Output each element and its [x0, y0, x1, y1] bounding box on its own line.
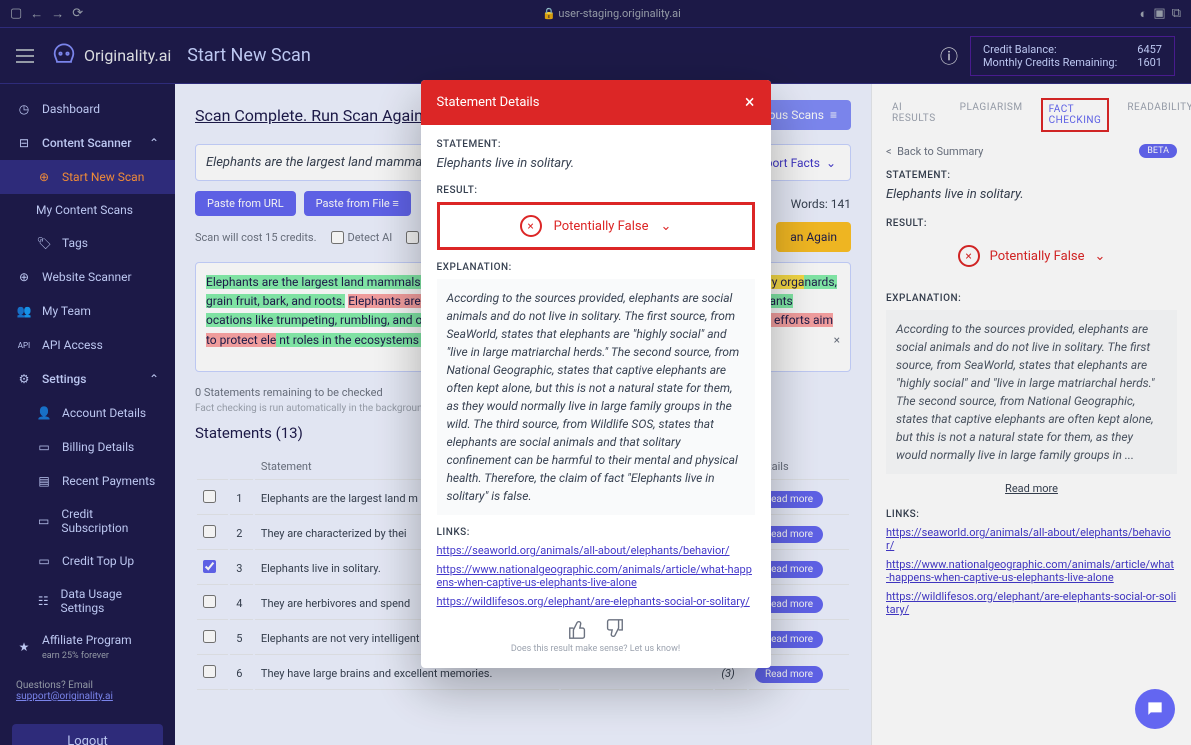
chat-widget-button[interactable] [1135, 689, 1175, 729]
modal-stmt-label: STATEMENT: [437, 139, 755, 150]
modal-title: Statement Details [437, 95, 540, 110]
thumbs-label: Does this result make sense? Let us know… [437, 644, 755, 654]
modal-explanation: According to the sources provided, eleph… [437, 279, 755, 515]
thumbs-up-icon[interactable] [567, 618, 589, 640]
modal-stmt: Elephants live in solitary. [437, 156, 755, 171]
close-icon[interactable]: × [745, 92, 755, 113]
thumbs-down-icon[interactable] [603, 618, 625, 640]
source-link[interactable]: https://www.nationalgeographic.com/anima… [437, 563, 755, 589]
feedback-thumbs [437, 618, 755, 640]
modal-overlay: Statement Details × STATEMENT: Elephants… [0, 0, 1191, 745]
source-link[interactable]: https://wildlifesos.org/elephant/are-ele… [437, 595, 755, 608]
chevron-down-icon[interactable]: ⌄ [660, 219, 671, 234]
modal-result-label: RESULT: [437, 185, 755, 196]
modal-result: × Potentially False ⌄ [437, 202, 755, 250]
x-circle-icon: × [520, 215, 542, 237]
statement-details-modal: Statement Details × STATEMENT: Elephants… [421, 80, 771, 668]
modal-exp-label: EXPLANATION: [437, 262, 755, 273]
source-link[interactable]: https://seaworld.org/animals/all-about/e… [437, 544, 755, 557]
modal-links-label: LINKS: [437, 527, 755, 538]
